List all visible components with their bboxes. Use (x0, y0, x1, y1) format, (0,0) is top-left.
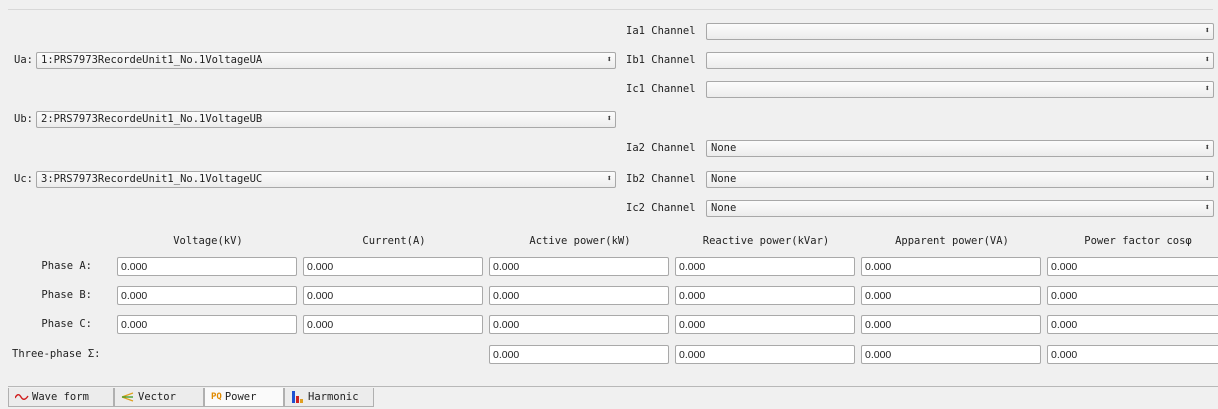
header-power-factor: Power factor cosφ (1084, 235, 1192, 247)
ia1-label: Ia1 Channel (626, 25, 696, 37)
phase-c-power-factor-field[interactable] (1047, 315, 1218, 334)
row-label-three-phase: Three-phase Σ: (12, 348, 101, 360)
phase-a-reactive-power-field[interactable] (675, 257, 855, 276)
tab-harmonic[interactable]: Harmonic (284, 388, 374, 407)
updown-arrow-icon: ⬍ (606, 114, 612, 124)
ia2-label: Ia2 Channel (626, 142, 696, 154)
ua-channel-value: 1:PRS7973RecordeUnit1_No.1VoltageUA (41, 54, 263, 66)
header-apparent-power: Apparent power(VA) (895, 235, 1009, 247)
uc-label: Uc: (14, 173, 33, 185)
updown-arrow-icon: ⬍ (1204, 84, 1210, 94)
tab-power[interactable]: PQ Power (204, 388, 284, 407)
wave-icon (15, 394, 29, 400)
phase-b-current-field[interactable] (303, 286, 483, 305)
ua-label: Ua: (14, 54, 33, 66)
header-active-power: Active power(kW) (529, 235, 631, 247)
header-voltage: Voltage(kV) (173, 235, 243, 247)
ia2-channel-value: None (711, 142, 737, 154)
updown-arrow-icon: ⬍ (1204, 203, 1210, 213)
phase-a-current-field[interactable] (303, 257, 483, 276)
header-current: Current(A) (362, 235, 426, 247)
view-tab-bar: Wave form Vector PQ Power Harmonic (8, 386, 1218, 409)
uc-channel-value: 3:PRS7973RecordeUnit1_No.1VoltageUC (41, 173, 263, 185)
row-label-phase-b: Phase B: (41, 289, 92, 301)
phase-c-apparent-power-field[interactable] (861, 315, 1041, 334)
updown-arrow-icon: ⬍ (1204, 143, 1210, 153)
updown-arrow-icon: ⬍ (606, 174, 612, 184)
phase-b-power-factor-field[interactable] (1047, 286, 1218, 305)
ib2-channel-value: None (711, 173, 737, 185)
uc-channel-select[interactable]: 3:PRS7973RecordeUnit1_No.1VoltageUC ⬍ (36, 171, 616, 188)
tab-harmonic-label: Harmonic (308, 391, 359, 403)
ia2-channel-select[interactable]: None ⬍ (706, 140, 1214, 157)
phase-a-active-power-field[interactable] (489, 257, 669, 276)
ib2-channel-select[interactable]: None ⬍ (706, 171, 1214, 188)
ib2-label: Ib2 Channel (626, 173, 696, 185)
total-reactive-power-field[interactable] (675, 345, 855, 364)
ic2-channel-select[interactable]: None ⬍ (706, 200, 1214, 217)
tab-wave-form[interactable]: Wave form (8, 388, 114, 407)
ua-channel-select[interactable]: 1:PRS7973RecordeUnit1_No.1VoltageUA ⬍ (36, 52, 616, 69)
updown-arrow-icon: ⬍ (1204, 26, 1210, 36)
power-icon: PQ (211, 392, 222, 402)
total-apparent-power-field[interactable] (861, 345, 1041, 364)
ia1-channel-select[interactable]: ⬍ (706, 23, 1214, 40)
row-label-phase-a: Phase A: (41, 260, 92, 272)
tab-wave-form-label: Wave form (32, 391, 89, 403)
tab-vector-label: Vector (138, 391, 176, 403)
phase-a-apparent-power-field[interactable] (861, 257, 1041, 276)
ub-label: Ub: (14, 113, 33, 125)
tab-vector[interactable]: Vector (114, 388, 204, 407)
ib1-channel-select[interactable]: ⬍ (706, 52, 1214, 69)
phase-c-active-power-field[interactable] (489, 315, 669, 334)
tab-power-label: Power (224, 391, 257, 403)
phase-a-power-factor-field[interactable] (1047, 257, 1218, 276)
updown-arrow-icon: ⬍ (1204, 55, 1210, 65)
ib1-label: Ib1 Channel (626, 54, 696, 66)
ic2-label: Ic2 Channel (626, 202, 696, 214)
top-divider (8, 9, 1213, 10)
total-active-power-field[interactable] (489, 345, 669, 364)
phase-b-apparent-power-field[interactable] (861, 286, 1041, 305)
ic1-channel-select[interactable]: ⬍ (706, 81, 1214, 98)
ub-channel-value: 2:PRS7973RecordeUnit1_No.1VoltageUB (41, 113, 263, 125)
header-reactive-power: Reactive power(kVar) (702, 235, 830, 247)
ic2-channel-value: None (711, 202, 737, 214)
phase-c-reactive-power-field[interactable] (675, 315, 855, 334)
ub-channel-select[interactable]: 2:PRS7973RecordeUnit1_No.1VoltageUB ⬍ (36, 111, 616, 128)
updown-arrow-icon: ⬍ (606, 55, 612, 65)
phase-b-reactive-power-field[interactable] (675, 286, 855, 305)
updown-arrow-icon: ⬍ (1204, 174, 1210, 184)
phase-a-voltage-field[interactable] (117, 257, 297, 276)
phase-c-voltage-field[interactable] (117, 315, 297, 334)
ic1-label: Ic1 Channel (626, 83, 696, 95)
phase-b-voltage-field[interactable] (117, 286, 297, 305)
phase-b-active-power-field[interactable] (489, 286, 669, 305)
vector-icon (121, 392, 134, 402)
phase-c-current-field[interactable] (303, 315, 483, 334)
harmonic-icon (292, 391, 303, 403)
row-label-phase-c: Phase C: (41, 318, 92, 330)
total-power-factor-field[interactable] (1047, 345, 1218, 364)
